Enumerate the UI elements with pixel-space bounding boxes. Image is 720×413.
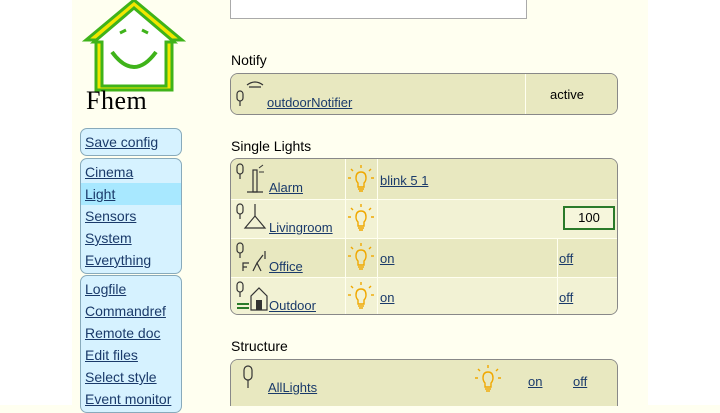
menu-item-edit-files[interactable]: Edit files <box>81 344 181 366</box>
device-link-alarm[interactable]: Alarm <box>269 180 303 195</box>
column-divider <box>557 278 558 314</box>
table-row: outdoorNotifier active <box>231 74 617 114</box>
column-divider <box>377 278 378 314</box>
notify-block: outdoorNotifier active <box>230 73 618 115</box>
device-link-livingroom[interactable]: Livingroom <box>269 220 333 235</box>
menu-item-everything[interactable]: Everything <box>81 249 181 271</box>
section-title-structure: Structure <box>231 338 288 354</box>
menu-group-rooms: Cinema Light Sensors System Everything <box>80 158 182 274</box>
bulb-icon[interactable] <box>347 203 375 233</box>
menu-item-logfile[interactable]: Logfile <box>81 278 181 300</box>
menu-item-select-style[interactable]: Select style <box>81 366 181 388</box>
bulb-icon[interactable] <box>347 242 375 272</box>
command-link-on[interactable]: on <box>380 290 394 305</box>
table-row: Livingroom 100 <box>231 199 617 238</box>
bulb-icon[interactable] <box>474 364 502 394</box>
command-link-on[interactable]: on <box>528 374 542 389</box>
command-link-blink[interactable]: blink 5 1 <box>380 173 428 188</box>
command-link-off[interactable]: off <box>559 251 573 266</box>
table-row: Alarm blink 5 1 <box>231 159 617 199</box>
command-link-on[interactable]: on <box>380 251 394 266</box>
menu-item-light[interactable]: Light <box>81 183 181 205</box>
menu-group-config: Save config <box>80 128 182 156</box>
column-divider <box>345 239 346 277</box>
column-divider <box>377 200 378 238</box>
table-row: AllLights on off <box>231 360 617 406</box>
menu-item-event-monitor[interactable]: Event monitor <box>81 388 181 410</box>
livingroom-lamp-icon <box>236 203 267 229</box>
column-divider <box>345 159 346 199</box>
right-margin <box>648 0 720 405</box>
single-lights-block: Alarm blink 5 1 Livingroom 100 Office on… <box>230 158 618 315</box>
section-title-notify: Notify <box>231 52 267 68</box>
left-margin <box>0 0 72 405</box>
device-link-office[interactable]: Office <box>269 259 303 274</box>
alarm-lamp-icon <box>236 163 264 193</box>
table-row: Office on off <box>231 238 617 277</box>
device-link-outdoor[interactable]: Outdoor <box>269 298 316 313</box>
section-title-single-lights: Single Lights <box>231 138 312 154</box>
column-divider <box>557 239 558 277</box>
menu-item-commandref[interactable]: Commandref <box>81 300 181 322</box>
notify-state: active <box>550 87 584 102</box>
command-input[interactable] <box>230 0 527 19</box>
dim-value-input[interactable]: 100 <box>563 206 615 230</box>
column-divider <box>345 278 346 314</box>
column-divider <box>377 159 378 199</box>
column-divider <box>345 200 346 238</box>
logo-text: Fhem <box>86 86 148 115</box>
column-divider <box>377 239 378 277</box>
menu-group-tools: Logfile Commandref Remote doc Edit files… <box>80 275 182 413</box>
menu-item-remote-doc[interactable]: Remote doc <box>81 322 181 344</box>
column-divider <box>525 74 526 114</box>
menu-item-sensors[interactable]: Sensors <box>81 205 181 227</box>
notify-device-icon <box>236 81 264 106</box>
command-link-off[interactable]: off <box>559 290 573 305</box>
table-row: Outdoor on off <box>231 277 617 314</box>
menu-item-cinema[interactable]: Cinema <box>81 161 181 183</box>
device-link-alllights[interactable]: AllLights <box>268 380 317 395</box>
bulb-icon[interactable] <box>347 281 375 311</box>
structure-device-icon <box>243 365 253 388</box>
outdoor-lamp-icon <box>236 281 268 311</box>
structure-block: AllLights on off <box>230 359 618 406</box>
bulb-icon[interactable] <box>347 164 375 194</box>
office-lamp-icon <box>236 242 266 272</box>
menu-item-save-config[interactable]: Save config <box>81 131 181 153</box>
menu-item-system[interactable]: System <box>81 227 181 249</box>
device-link-outdoornotifier[interactable]: outdoorNotifier <box>267 95 352 110</box>
command-link-off[interactable]: off <box>573 374 587 389</box>
